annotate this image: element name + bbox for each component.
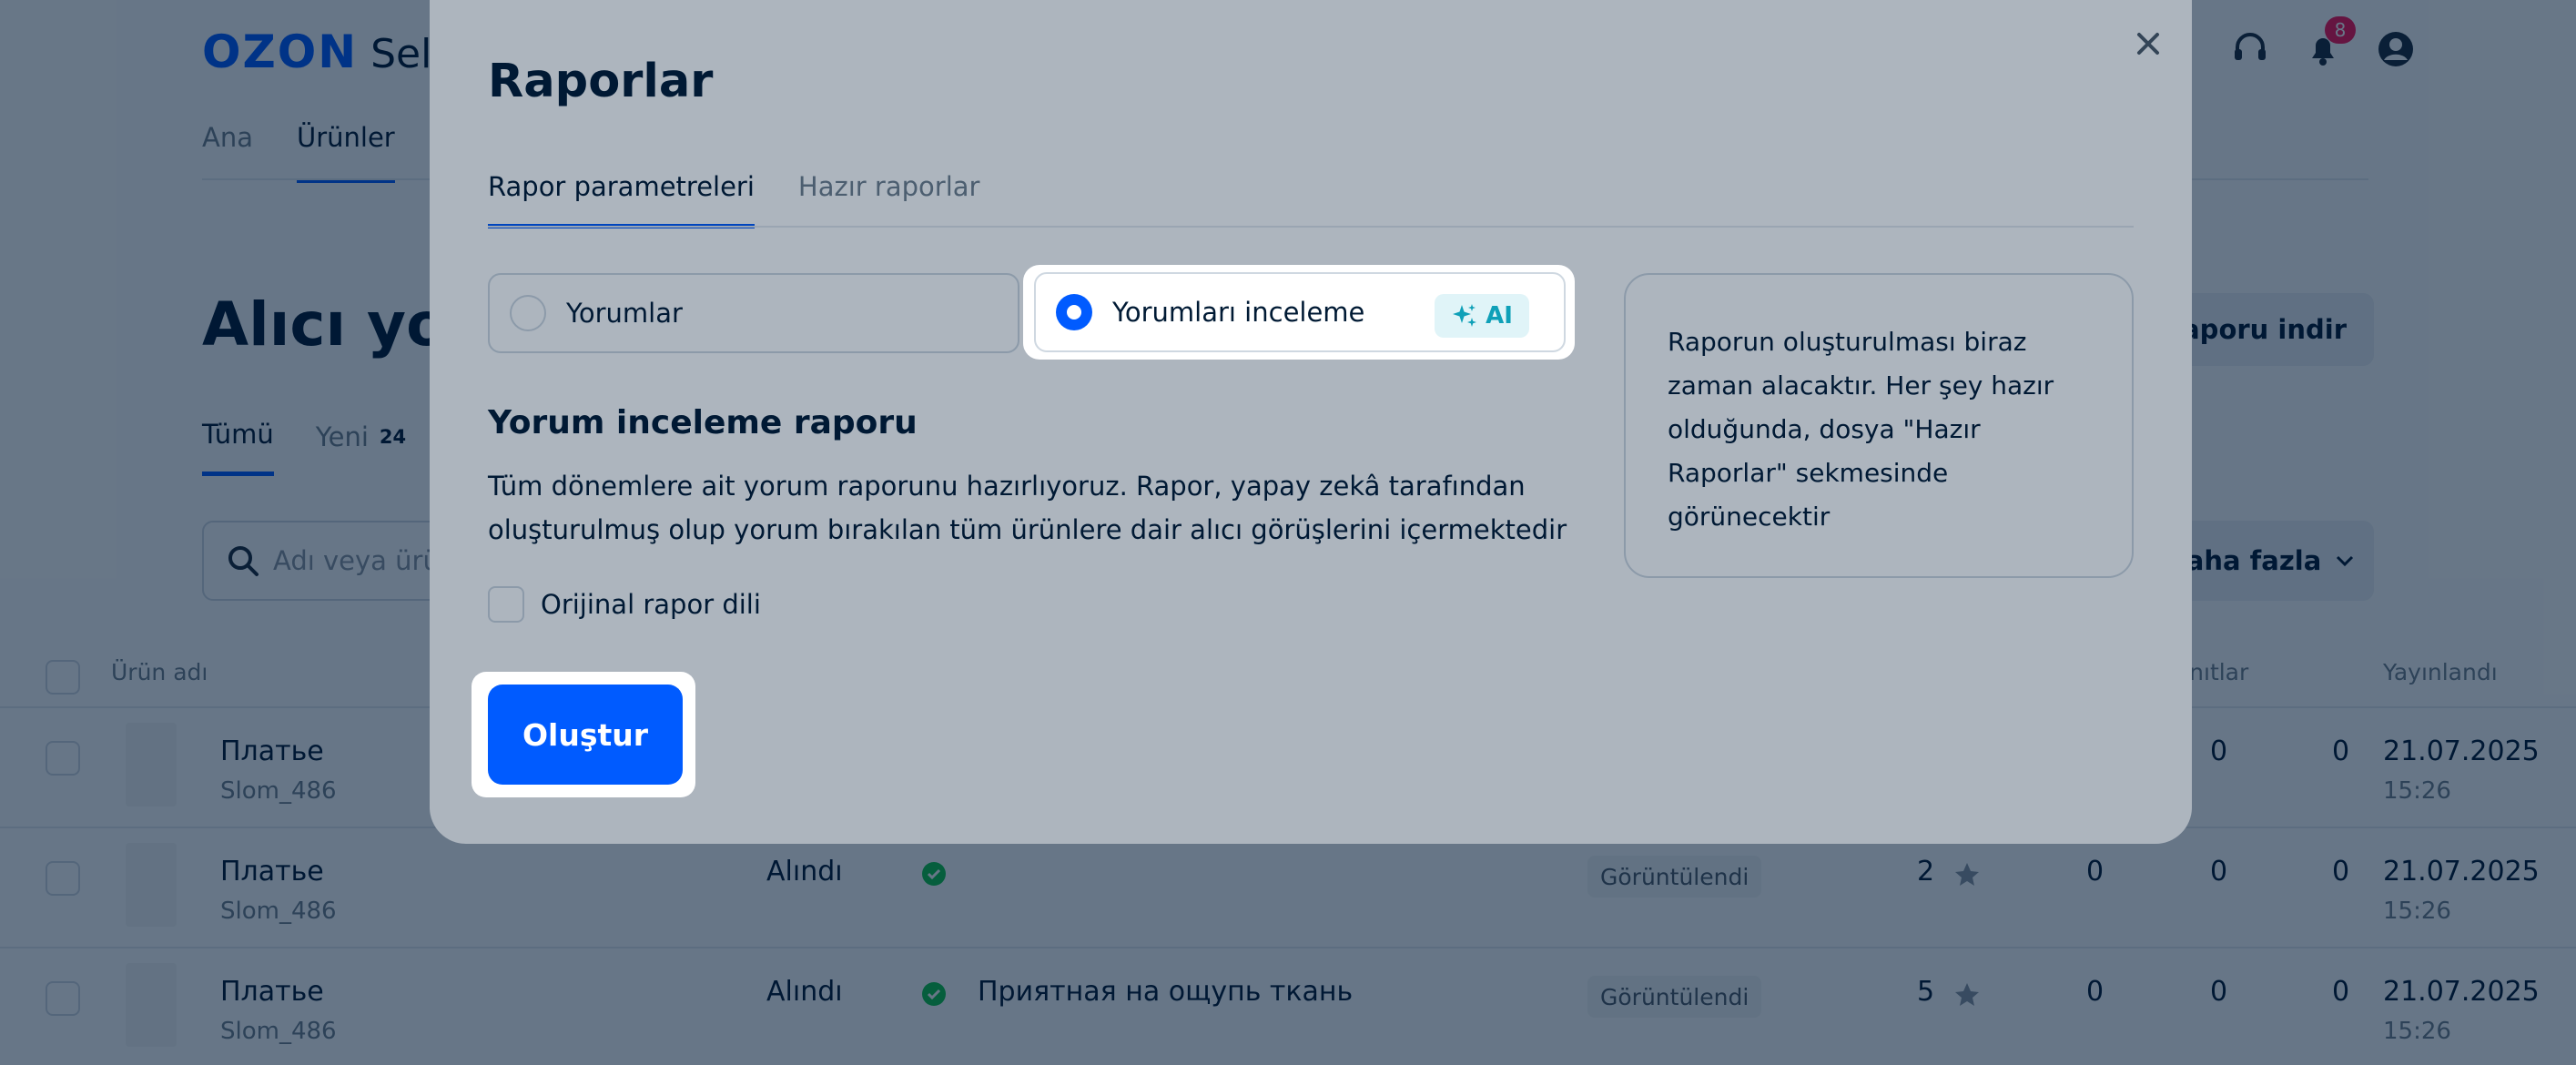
ai-badge-label: AI — [1486, 302, 1513, 330]
checkbox-box[interactable] — [488, 586, 524, 623]
report-heading: Yorum inceleme raporu — [488, 404, 918, 441]
checkbox-label: Orijinal rapor dili — [541, 589, 761, 620]
report-type-reviews[interactable]: Yorumlar — [488, 273, 1019, 353]
radio-review-analysis-label: Yorumları inceleme — [1112, 297, 1365, 328]
ai-badge: AI — [1435, 294, 1529, 338]
report-description: Tüm dönemlere ait yorum raporunu hazırlı… — [488, 471, 1567, 545]
sparkle-icon — [1453, 304, 1477, 327]
radio-review-analysis[interactable] — [1056, 294, 1092, 330]
tab-report-parameters[interactable]: Rapor parametreleri — [488, 171, 755, 228]
report-type-review-analysis[interactable]: Yorumları inceleme AI — [1034, 272, 1566, 352]
close-icon[interactable] — [2130, 25, 2166, 62]
original-language-checkbox[interactable]: Orijinal rapor dili — [488, 586, 761, 623]
create-report-button[interactable]: Oluştur — [488, 685, 683, 785]
modal-title: Raporlar — [488, 55, 714, 108]
radio-reviews-label: Yorumlar — [566, 298, 683, 329]
report-info-box: Raporun oluşturulması biraz zaman alacak… — [1624, 273, 2134, 578]
modal-tabs-divider — [488, 226, 2134, 228]
tab-ready-reports[interactable]: Hazır raporlar — [798, 171, 980, 228]
radio-reviews[interactable] — [510, 295, 546, 331]
modal-tabs: Rapor parametreleri Hazır raporlar — [488, 171, 979, 228]
